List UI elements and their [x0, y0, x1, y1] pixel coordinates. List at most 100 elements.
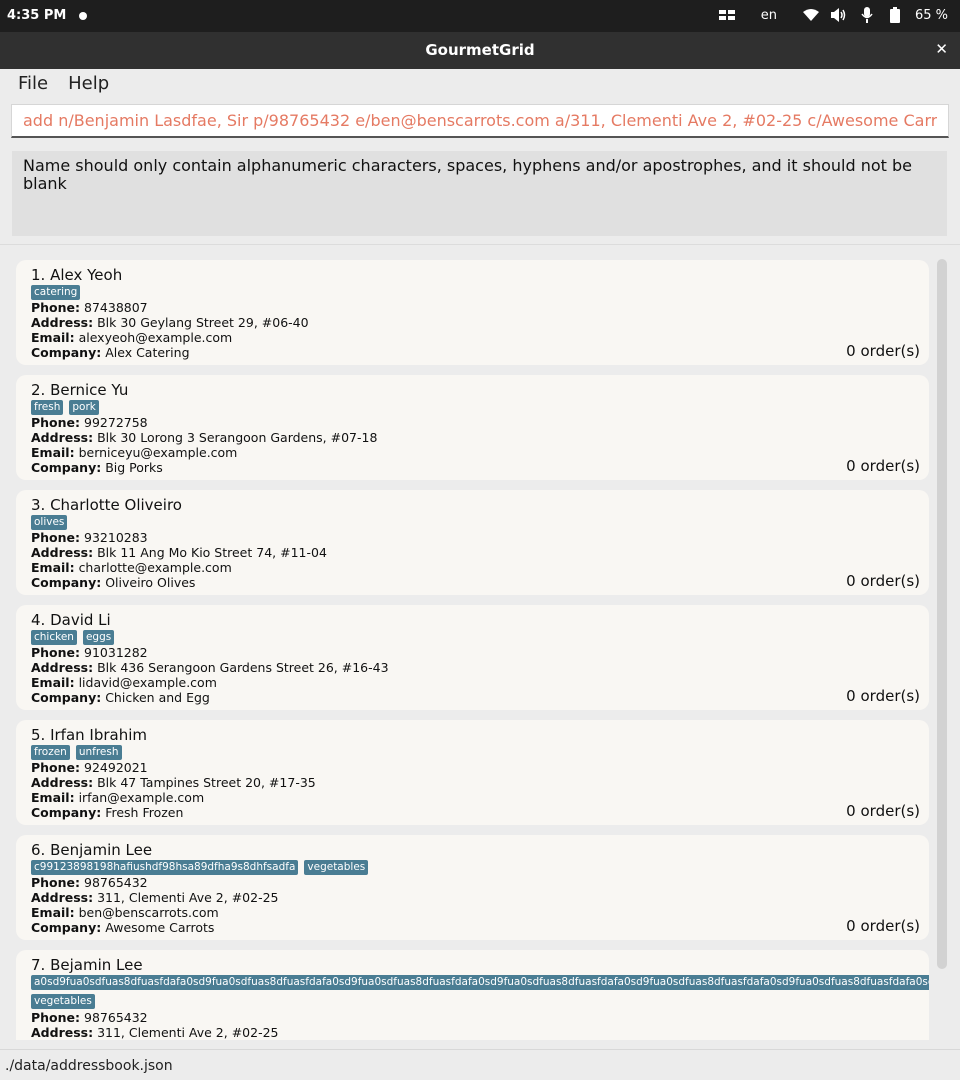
tag: vegetables	[31, 994, 95, 1009]
phone-field: Phone: 98765432	[31, 1010, 148, 1025]
company-value: Big Porks	[105, 460, 163, 475]
contact-card[interactable]: 7. Bejamin Lee a0sd9fua0sdfuas8dfuasfdaf…	[16, 950, 929, 1040]
address-field: Address: Blk 11 Ang Mo Kio Street 74, #1…	[31, 545, 327, 560]
company-value: Fresh Frozen	[105, 805, 184, 820]
contact-list[interactable]: 1. Alex Yeoh catering Phone: 87438807 Ad…	[0, 244, 960, 1040]
company-label: Company:	[31, 460, 102, 475]
menu-bar: File Help	[0, 69, 960, 99]
address-label: Address:	[31, 315, 94, 330]
phone-value: 93210283	[84, 530, 148, 545]
tag: vegetables	[304, 860, 369, 875]
address-value: 311, Clementi Ave 2, #02-25	[97, 1025, 279, 1040]
keyboard-language[interactable]: en	[761, 8, 777, 23]
phone-value: 98765432	[84, 1010, 148, 1025]
window-switcher-icon[interactable]	[718, 7, 735, 23]
address-value: Blk 436 Serangoon Gardens Street 26, #16…	[97, 660, 389, 675]
email-label: Email:	[31, 330, 75, 345]
order-count: 0 order(s)	[846, 917, 920, 935]
notification-dot	[79, 12, 87, 20]
tag-list: fresh pork	[31, 400, 99, 415]
volume-icon[interactable]	[830, 7, 847, 23]
phone-label: Phone:	[31, 530, 81, 545]
tag-list: chicken eggs	[31, 630, 115, 645]
microphone-icon[interactable]	[859, 7, 875, 23]
company-field: Company: Chicken and Egg	[31, 690, 210, 705]
phone-field: Phone: 87438807	[31, 300, 148, 315]
battery-icon[interactable]	[887, 7, 903, 23]
contact-name: 3. Charlotte Oliveiro	[31, 496, 182, 514]
contact-name: 4. David Li	[31, 611, 111, 629]
contact-name: 1. Alex Yeoh	[31, 266, 123, 284]
tag-list: catering	[31, 285, 81, 300]
company-label: Company:	[31, 920, 102, 935]
tag: c99123898198hafiushdf98hsa89dfha9s8dhfsa…	[31, 860, 299, 875]
tag: pork	[69, 400, 99, 415]
order-count: 0 order(s)	[846, 802, 920, 820]
close-window-button[interactable]: ✕	[935, 40, 948, 58]
contact-name: 2. Bernice Yu	[31, 381, 129, 399]
phone-field: Phone: 92492021	[31, 760, 148, 775]
phone-field: Phone: 99272758	[31, 415, 148, 430]
address-field: Address: Blk 30 Geylang Street 29, #06-4…	[31, 315, 309, 330]
contact-card[interactable]: 1. Alex Yeoh catering Phone: 87438807 Ad…	[16, 260, 929, 365]
email-field: Email: berniceyu@example.com	[31, 445, 237, 460]
address-label: Address:	[31, 660, 94, 675]
contact-name: 7. Bejamin Lee	[31, 956, 143, 974]
phone-field: Phone: 91031282	[31, 645, 148, 660]
order-count: 0 order(s)	[846, 457, 920, 475]
order-count: 0 order(s)	[846, 342, 920, 360]
phone-label: Phone:	[31, 645, 81, 660]
company-field: Company: Oliveiro Olives	[31, 575, 195, 590]
system-tray: en 65 %	[718, 7, 948, 23]
phone-field: Phone: 93210283	[31, 530, 148, 545]
company-label: Company:	[31, 805, 102, 820]
company-value: Oliveiro Olives	[105, 575, 196, 590]
tag: frozen	[31, 745, 70, 760]
phone-label: Phone:	[31, 415, 81, 430]
contact-card[interactable]: 4. David Li chicken eggs Phone: 91031282…	[16, 605, 929, 710]
contact-card[interactable]: 2. Bernice Yu fresh pork Phone: 99272758…	[16, 375, 929, 480]
command-box	[11, 104, 949, 138]
company-field: Company: Awesome Carrots	[31, 920, 214, 935]
command-input[interactable]	[12, 105, 948, 136]
menu-help[interactable]: Help	[68, 69, 109, 99]
list-scrollbar[interactable]	[937, 259, 947, 1040]
menu-file[interactable]: File	[18, 69, 48, 99]
email-value: charlotte@example.com	[78, 560, 232, 575]
tag-list-overflow: vegetables	[31, 994, 95, 1009]
tag-list: a0sd9fua0sdfuas8dfuasfdafa0sd9fua0sdfuas…	[31, 975, 929, 990]
email-label: Email:	[31, 790, 75, 805]
email-field: Email: ben@benscarrots.com	[31, 905, 219, 920]
order-count: 0 order(s)	[846, 687, 920, 705]
company-field: Company: Fresh Frozen	[31, 805, 183, 820]
phone-label: Phone:	[31, 1010, 81, 1025]
battery-level: 65 %	[914, 7, 948, 23]
address-field: Address: Blk 47 Tampines Street 20, #17-…	[31, 775, 316, 790]
email-field: Email: lidavid@example.com	[31, 675, 217, 690]
tag-list: c99123898198hafiushdf98hsa89dfha9s8dhfsa…	[31, 860, 369, 875]
tag: olives	[31, 515, 68, 530]
contact-card[interactable]: 5. Irfan Ibrahim frozen unfresh Phone: 9…	[16, 720, 929, 825]
address-field: Address: Blk 30 Lorong 3 Serangoon Garde…	[31, 430, 377, 445]
address-label: Address:	[31, 890, 94, 905]
company-value: Awesome Carrots	[105, 920, 215, 935]
address-field: Address: 311, Clementi Ave 2, #02-25	[31, 890, 279, 905]
address-field: Address: Blk 436 Serangoon Gardens Stree…	[31, 660, 389, 675]
email-label: Email:	[31, 445, 75, 460]
wifi-icon[interactable]	[802, 7, 819, 23]
company-label: Company:	[31, 345, 102, 360]
clock[interactable]: 4:35 PM	[7, 8, 66, 23]
contact-card[interactable]: 6. Benjamin Lee c99123898198hafiushdf98h…	[16, 835, 929, 940]
email-field: Email: alexyeoh@example.com	[31, 330, 232, 345]
address-value: 311, Clementi Ave 2, #02-25	[97, 890, 279, 905]
scrollbar-thumb[interactable]	[937, 259, 947, 969]
email-label: Email:	[31, 675, 75, 690]
phone-value: 99272758	[84, 415, 148, 430]
address-value: Blk 11 Ang Mo Kio Street 74, #11-04	[97, 545, 327, 560]
tag-list: olives	[31, 515, 68, 530]
save-file-path: ./data/addressbook.json	[5, 1058, 173, 1074]
tag: fresh	[31, 400, 64, 415]
phone-value: 91031282	[84, 645, 148, 660]
window-title-bar: GourmetGrid ✕	[0, 32, 960, 69]
contact-card[interactable]: 3. Charlotte Oliveiro olives Phone: 9321…	[16, 490, 929, 595]
